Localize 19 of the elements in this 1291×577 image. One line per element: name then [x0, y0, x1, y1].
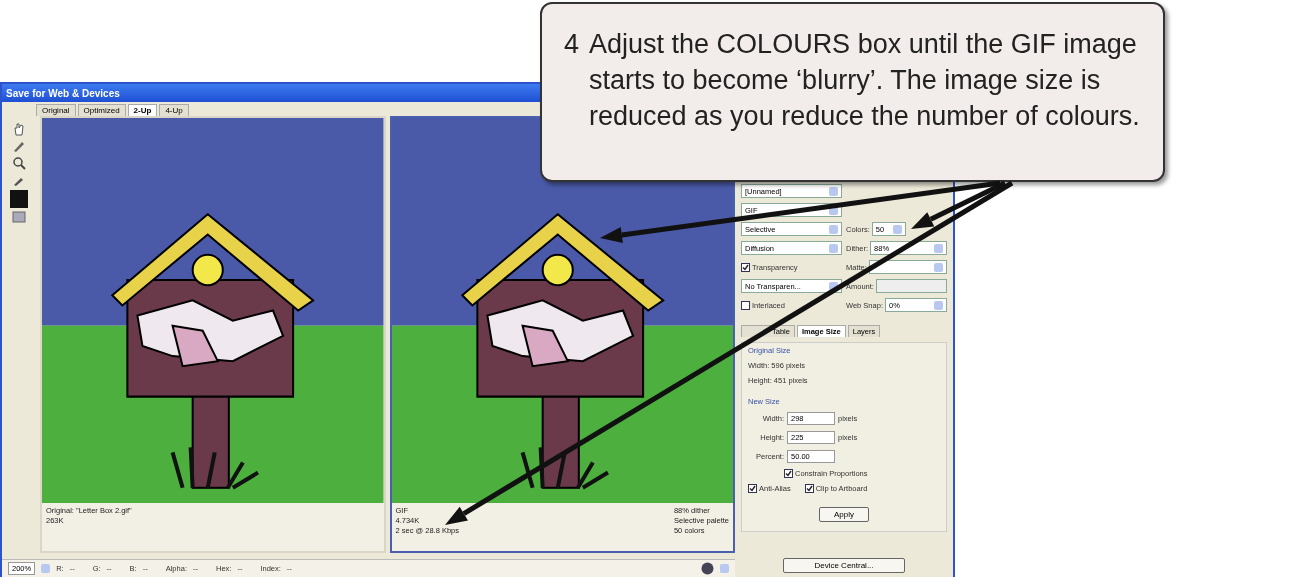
view-tab[interactable]: 2-Up: [127, 104, 158, 116]
browser-icon[interactable]: [701, 562, 714, 575]
step-number: 4: [564, 28, 580, 61]
device-central-button[interactable]: Device Central...: [783, 558, 905, 573]
amount-field[interactable]: [875, 279, 947, 293]
view-tab[interactable]: 4-Up: [159, 104, 189, 116]
checkbox[interactable]: [804, 484, 814, 493]
hand-icon[interactable]: [12, 122, 26, 136]
apply-button[interactable]: Apply: [819, 507, 869, 522]
toggle-slices-icon[interactable]: [12, 211, 26, 223]
zoom-icon[interactable]: [12, 156, 26, 170]
checkbox[interactable]: [741, 300, 750, 310]
checkbox[interactable]: [748, 484, 757, 493]
color-swatch[interactable]: [10, 190, 28, 208]
checkbox[interactable]: [741, 262, 750, 272]
matte-dropdown[interactable]: [868, 260, 947, 274]
checkbox[interactable]: [784, 469, 793, 478]
view-tab[interactable]: Optimized: [77, 104, 126, 116]
view-tab[interactable]: Original: [36, 104, 76, 116]
